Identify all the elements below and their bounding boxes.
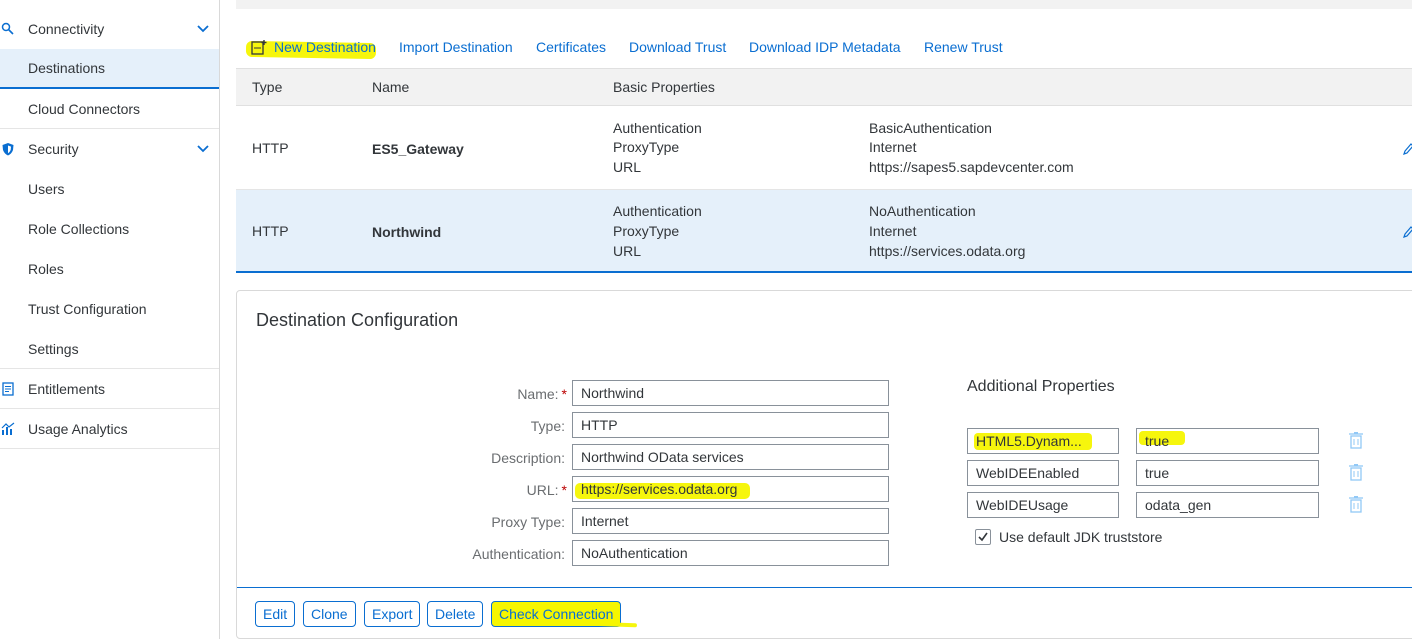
sidebar-item-label: Settings xyxy=(28,341,79,357)
property-key-value: HTML5.Dynam... xyxy=(976,433,1082,449)
url-field[interactable]: https://services.odata.org xyxy=(572,476,889,502)
chevron-down-icon[interactable] xyxy=(195,21,211,37)
shield-icon xyxy=(0,141,16,157)
row-type: HTTP xyxy=(252,223,289,239)
sidebar-item-security[interactable]: Security xyxy=(0,129,219,169)
field-label-url: URL: * xyxy=(526,482,567,498)
column-header-name: Name xyxy=(372,79,410,95)
sidebar-item-settings[interactable]: Settings xyxy=(0,329,219,369)
delete-button[interactable]: Delete xyxy=(427,601,484,627)
prop-value: BasicAuthentication xyxy=(869,120,992,136)
chevron-down-icon[interactable] xyxy=(195,141,211,157)
sidebar-item-label: Cloud Connectors xyxy=(28,101,141,117)
edit-pencil-icon[interactable] xyxy=(1402,142,1412,156)
sidebar-item-role-collections[interactable]: Role Collections xyxy=(0,209,219,249)
required-marker: * xyxy=(561,386,567,402)
trash-icon[interactable] xyxy=(1348,463,1364,481)
checkmark-icon xyxy=(978,532,988,542)
property-key-field[interactable]: HTML5.Dynam... xyxy=(967,428,1119,454)
authentication-field[interactable]: NoAuthentication xyxy=(572,540,889,566)
row-type: HTTP xyxy=(252,140,289,156)
property-value-field[interactable]: odata_gen xyxy=(1136,492,1319,518)
property-value-field[interactable]: true xyxy=(1136,460,1319,486)
footer-divider xyxy=(237,587,1412,588)
description-field[interactable]: Northwind OData services xyxy=(572,444,889,470)
field-label-type: Type: xyxy=(530,418,565,434)
row-name: ES5_Gateway xyxy=(372,141,464,157)
sidebar-item-entitlements[interactable]: Entitlements xyxy=(0,369,219,409)
prop-key: ProxyType xyxy=(613,223,680,239)
sidebar: Connectivity Destinations Cloud Connecto… xyxy=(0,0,220,639)
additional-properties-title: Additional Properties xyxy=(967,378,1115,395)
row-name: Northwind xyxy=(372,224,442,240)
property-key-field[interactable]: WebIDEEnabled xyxy=(967,460,1119,486)
sidebar-item-label: Users xyxy=(28,181,65,197)
prop-key: Authentication xyxy=(613,203,702,219)
renew-trust-link[interactable]: Renew Trust xyxy=(924,39,1003,55)
clone-button[interactable]: Clone xyxy=(303,601,356,627)
table-row[interactable]: HTTP ES5_Gateway Authentication ProxyTyp… xyxy=(236,106,1412,190)
truststore-label: Use default JDK truststore xyxy=(999,529,1163,545)
prop-key: ProxyType xyxy=(613,139,680,155)
field-label-name: Name: * xyxy=(517,386,567,402)
connectivity-icon xyxy=(0,21,16,37)
sidebar-item-label: Entitlements xyxy=(28,381,106,397)
url-field-value: https://services.odata.org xyxy=(581,481,738,497)
type-field[interactable]: HTTP xyxy=(572,412,889,438)
prop-value: Internet xyxy=(869,139,917,155)
new-destination-icon xyxy=(251,40,267,55)
destination-configuration-panel: Destination Configuration Name: * Northwi… xyxy=(236,290,1412,639)
proxy-type-field[interactable]: Internet xyxy=(572,508,889,534)
edit-pencil-icon[interactable] xyxy=(1402,225,1412,239)
table-row-selected[interactable]: HTTP Northwind Authentication ProxyType … xyxy=(236,190,1412,273)
sidebar-item-cloud-connectors[interactable]: Cloud Connectors xyxy=(0,89,219,129)
prop-key: URL xyxy=(613,243,642,259)
sidebar-item-label: Security xyxy=(28,141,79,157)
edit-button[interactable]: Edit xyxy=(255,601,296,627)
prop-value: https://services.odata.org xyxy=(869,243,1026,259)
sidebar-item-label: Roles xyxy=(28,261,64,277)
table-header: Type Name Basic Properties xyxy=(236,68,1412,106)
certificates-link[interactable]: Certificates xyxy=(536,39,606,55)
header-strip xyxy=(236,0,1412,9)
new-destination-link[interactable]: New Destination xyxy=(274,39,376,55)
prop-value: https://sapes5.sapdevcenter.com xyxy=(869,159,1074,175)
sidebar-item-label: Usage Analytics xyxy=(28,421,128,437)
property-value-value: true xyxy=(1145,433,1170,449)
prop-key: Authentication xyxy=(613,120,702,136)
property-key-field[interactable]: WebIDEUsage xyxy=(967,492,1119,518)
field-label-authentication: Authentication: xyxy=(472,546,565,562)
name-field[interactable]: Northwind xyxy=(572,380,889,406)
sidebar-item-roles[interactable]: Roles xyxy=(0,249,219,289)
field-label-description: Description: xyxy=(491,450,565,466)
trash-icon[interactable] xyxy=(1348,495,1364,513)
sidebar-item-users[interactable]: Users xyxy=(0,169,219,209)
sidebar-item-destinations[interactable]: Destinations xyxy=(0,49,219,89)
field-label-proxy-type: Proxy Type: xyxy=(491,514,565,530)
sidebar-item-label: Trust Configuration xyxy=(28,301,147,317)
column-header-basic-properties: Basic Properties xyxy=(613,79,715,95)
property-value-field[interactable]: true xyxy=(1136,428,1319,454)
entitlements-icon xyxy=(0,381,16,397)
prop-value: Internet xyxy=(869,223,917,239)
prop-value: NoAuthentication xyxy=(869,203,976,219)
column-header-type: Type xyxy=(252,79,283,95)
divider xyxy=(0,448,219,449)
sidebar-item-connectivity[interactable]: Connectivity xyxy=(0,9,219,49)
required-marker: * xyxy=(561,482,567,498)
download-trust-link[interactable]: Download Trust xyxy=(629,39,726,55)
sidebar-item-label: Destinations xyxy=(28,60,106,76)
panel-title: Destination Configuration xyxy=(256,310,459,330)
truststore-checkbox[interactable] xyxy=(975,529,991,545)
export-button[interactable]: Export xyxy=(364,601,421,627)
import-destination-link[interactable]: Import Destination xyxy=(399,39,513,55)
sidebar-item-usage-analytics[interactable]: Usage Analytics xyxy=(0,409,219,449)
sidebar-item-label: Role Collections xyxy=(28,221,130,237)
download-idp-metadata-link[interactable]: Download IDP Metadata xyxy=(749,39,901,55)
analytics-icon xyxy=(0,421,16,437)
prop-key: URL xyxy=(613,159,642,175)
trash-icon[interactable] xyxy=(1348,431,1364,449)
sidebar-item-trust-configuration[interactable]: Trust Configuration xyxy=(0,289,219,329)
sidebar-item-label: Connectivity xyxy=(28,21,105,37)
